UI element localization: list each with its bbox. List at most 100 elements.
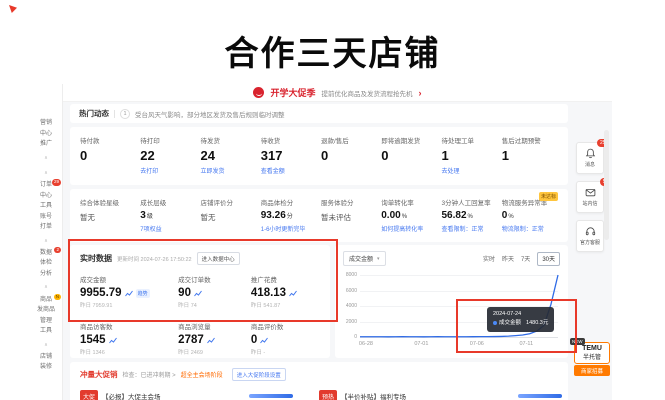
promo-tag: 大促	[80, 390, 98, 400]
ship-now-link[interactable]: 立即发货	[201, 166, 261, 175]
sidebar-item[interactable]: 店铺	[40, 354, 52, 362]
metric-ad-spend: 推广花费 418.13 昨日 541.87	[251, 274, 320, 309]
stat-to-ship: 待发货 24 立即发货	[201, 135, 261, 185]
stat-overall-star: 综合体验星级 暂无	[80, 197, 140, 242]
trend-chart-icon[interactable]	[194, 290, 202, 297]
promo-banner-title: 开学大促季	[270, 86, 315, 99]
sidebar-item[interactable]: 打单	[40, 224, 52, 232]
not-up-to-standard-badge: 未达标	[539, 192, 558, 201]
sidebar-item[interactable]: 商品N	[40, 297, 52, 305]
promo-banner-subtitle: 提前优化商品及发货流程抢先机	[322, 88, 413, 98]
sidebar-item[interactable]: 工具	[40, 328, 52, 336]
metric-reviews: 商品评价数 0 昨日 -	[251, 321, 320, 356]
experience-stats-card: 综合体验星级 暂无 成长层级 3级 7项权益 店铺评价分 暂无 商品体检分 93…	[70, 189, 568, 242]
stat-refund-aftersale: 退款/售后 0	[321, 135, 381, 185]
sidebar-item[interactable]: 营销	[40, 120, 52, 128]
promo-stage-desc: 检查：已进冲刺期 >	[123, 370, 176, 379]
tooltip-series: 成交金额	[499, 320, 521, 326]
sidebar-item[interactable]: 推广	[40, 141, 52, 149]
promo-entry-subsidy[interactable]: 预热 【半价补贴】福利专场	[319, 390, 558, 400]
divider	[114, 110, 115, 118]
handle-now-link[interactable]: 去处理	[442, 166, 502, 175]
benefits-link[interactable]: 7项权益	[140, 224, 200, 233]
screenshot-canvas: 合作三天店铺 营销中心推广∧∧订单29中心工具账号打单∧数据2体检分析∧商品N发…	[0, 0, 665, 400]
tooltip-value: 1480.3元	[526, 320, 548, 326]
tab-realtime[interactable]: 实时	[483, 254, 495, 263]
sidebar-item[interactable]: 工具	[40, 203, 52, 211]
hot-news-bar[interactable]: 热门动态 1 受台风天气影响，部分地区发货及售后规则临时调整	[70, 104, 568, 123]
sidebar-collapse-chevron[interactable]: ∧	[44, 155, 48, 161]
reply-limit-link[interactable]: 查看限制：正常	[442, 224, 502, 233]
sidebar-item[interactable]: 中心	[40, 131, 52, 139]
progress-bar	[518, 394, 562, 398]
stat-shop-rating: 店铺评价分 暂无	[201, 197, 261, 242]
red-corner-mark-icon	[9, 5, 17, 13]
page-title: 合作三天店铺	[0, 26, 665, 75]
enter-data-center-button[interactable]: 进入数据中心	[197, 252, 240, 265]
tab-7days[interactable]: 7天	[521, 254, 530, 263]
hot-news-title: 热门动态	[79, 108, 109, 119]
trend-chart-icon[interactable]	[125, 290, 133, 297]
promo-logo-icon	[253, 87, 264, 98]
go-print-link[interactable]: 去打印	[140, 166, 200, 175]
sidebar-item[interactable]: 装修	[40, 364, 52, 372]
hot-news-index-badge: 1	[120, 109, 130, 119]
stat-aftersale-warning: 售后过期预警 1	[502, 135, 562, 185]
stat-inquiry-conversion: 询单转化率 0.00% 如何提高转化率	[381, 197, 441, 242]
promo-section-title: 冲量大促销	[80, 369, 118, 380]
trend-chart-icon[interactable]	[260, 337, 268, 344]
sidebar-item-badge: 29	[52, 179, 61, 186]
bell-icon	[585, 148, 596, 159]
tooltip-date: 2024-07-24	[493, 310, 548, 319]
realtime-title: 实时数据	[80, 253, 112, 264]
sidebar-item[interactable]: 管理	[40, 318, 52, 326]
merchant-recruit-button[interactable]: 商家招募	[574, 365, 610, 376]
top-promo-banner[interactable]: 开学大促季 提前优化商品及发货流程抢先机 ›	[63, 84, 612, 102]
new-tag: NEW	[570, 338, 585, 345]
tab-30days[interactable]: 30天	[537, 252, 560, 266]
sidebar-collapse-chevron[interactable]: ∧	[44, 238, 48, 244]
progress-bar	[249, 394, 293, 398]
metric-selector-dropdown[interactable]: 成交金额 ▾	[343, 251, 386, 266]
sidebar-item[interactable]: 账号	[40, 214, 52, 222]
sidebar-item[interactable]: 分析	[40, 271, 52, 279]
messages-button[interactable]: 25 消息	[576, 142, 604, 174]
trend-chart-icon[interactable]	[207, 337, 215, 344]
sidebar-item[interactable]: 中心	[40, 193, 52, 201]
trend-tag[interactable]: 趋势	[136, 289, 150, 298]
metric-visitors: 商品访客数 1545 昨日 1346	[80, 321, 178, 356]
realtime-updated-time: 更新时间 2024-07-26 17:50:22	[117, 255, 192, 263]
stat-work-orders: 待处理工单 1 去处理	[442, 135, 502, 185]
temu-recruit-widget[interactable]: NEW TEMU 半托管 商家招募	[574, 342, 610, 376]
sidebar-item-badge: 2	[54, 247, 61, 254]
trend-chart-icon[interactable]	[109, 337, 117, 344]
chart-tooltip: 2024-07-24 成交金额 1480.3元	[487, 307, 554, 332]
metric-gmv: 成交金额 9955.79 趋势 昨日 7959.91	[80, 274, 178, 309]
sidebar-collapse-chevron[interactable]: ∧	[44, 342, 48, 348]
sidebar-item[interactable]: 数据2	[40, 250, 52, 258]
view-amount-link[interactable]: 查看金额	[261, 166, 321, 175]
tab-yesterday[interactable]: 昨天	[502, 254, 514, 263]
health-update-link[interactable]: 1-6小时更新完毕	[261, 224, 321, 233]
sidebar-collapse-chevron[interactable]: ∧	[44, 170, 48, 176]
sidebar-item[interactable]: 体检	[40, 260, 52, 268]
sidebar-item[interactable]: 发商品	[37, 307, 55, 315]
sidebar-item[interactable]: 订单29	[40, 182, 52, 190]
chevron-down-icon: ▾	[377, 256, 380, 262]
seller-dashboard: 营销中心推广∧∧订单29中心工具账号打单∧数据2体检分析∧商品N发商品管理工具∧…	[30, 84, 612, 400]
scrollbar-thumb[interactable]	[604, 130, 609, 240]
promo-entry-main-venue[interactable]: 大促 【必报】大促主会场	[80, 390, 319, 400]
logistics-limit-link[interactable]: 物流限制：正常	[502, 224, 562, 233]
inbox-button[interactable]: 5 站内信	[576, 181, 604, 213]
stat-overdue-ship: 即将逾期发货 0	[381, 135, 441, 185]
stat-pending-payment: 待付款 0	[80, 135, 140, 185]
stat-service-score: 服务体验分 暂未评估	[321, 197, 381, 242]
series-dot-icon	[493, 321, 497, 325]
promo-settings-button[interactable]: 进入大促阶段设置	[232, 368, 286, 381]
trend-chart-icon[interactable]	[289, 290, 297, 297]
promo-tag: 预热	[319, 390, 337, 400]
sidebar-item-badge: N	[54, 294, 61, 301]
improve-conversion-link[interactable]: 如何提高转化率	[381, 224, 441, 233]
official-support-button[interactable]: 官方客服	[576, 220, 604, 252]
sidebar-collapse-chevron[interactable]: ∧	[44, 284, 48, 290]
